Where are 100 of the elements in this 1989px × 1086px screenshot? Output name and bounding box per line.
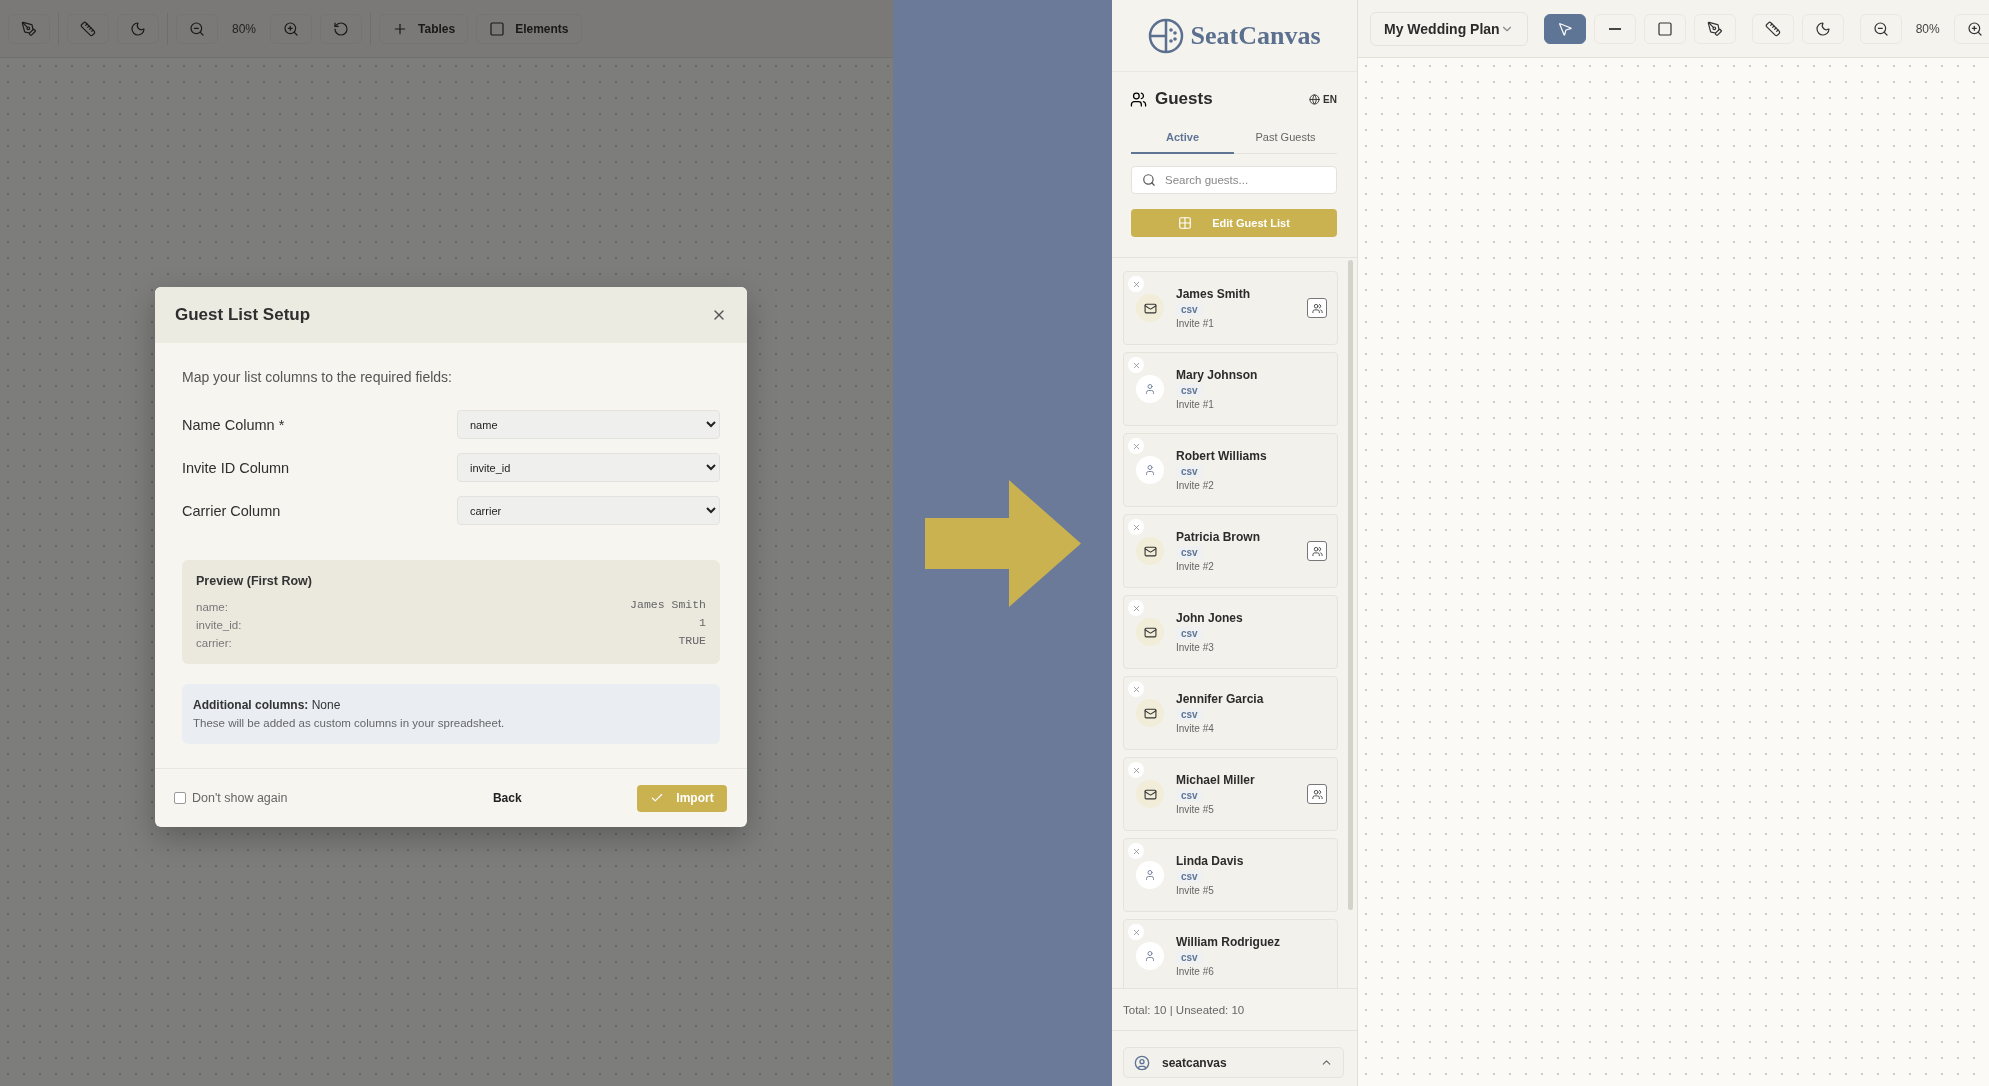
- guest-name: Jennifer Garcia: [1176, 692, 1265, 706]
- search-icon: [1142, 173, 1156, 187]
- source-tag: csv: [1176, 546, 1203, 559]
- people-icon: [1311, 302, 1323, 314]
- close-icon: [1131, 360, 1141, 370]
- moon-tool-button[interactable]: [117, 13, 159, 44]
- guest-card[interactable]: Robert Williams csv Invite #2: [1123, 433, 1338, 507]
- account-menu[interactable]: seatcanvas: [1123, 1047, 1344, 1078]
- field-label: Invite ID Column: [182, 459, 290, 476]
- source-tag: csv: [1176, 303, 1203, 316]
- guest-card[interactable]: James Smith csv Invite #1: [1123, 271, 1338, 345]
- source-tag: csv: [1176, 708, 1203, 721]
- remove-button[interactable]: [1128, 762, 1144, 778]
- close-icon: [1131, 927, 1141, 937]
- logo-icon: [1148, 17, 1185, 54]
- close-icon: [1131, 846, 1141, 856]
- remove-button[interactable]: [1128, 519, 1144, 535]
- remove-button[interactable]: [1128, 438, 1144, 454]
- tables-button[interactable]: Tables: [379, 13, 469, 44]
- guest-card[interactable]: Patricia Brown csv Invite #2: [1123, 514, 1338, 588]
- guest-tab[interactable]: Active: [1131, 122, 1234, 154]
- guest-card[interactable]: Linda Davis csv Invite #5: [1123, 838, 1338, 912]
- plan-dropdown[interactable]: My Wedding Plan: [1370, 11, 1528, 46]
- envelope-icon: [1136, 294, 1164, 322]
- arrow-icon: [924, 479, 1081, 607]
- ruler-tool-button[interactable]: [1751, 13, 1794, 44]
- guest-card[interactable]: Michael Miller csv Invite #5: [1123, 757, 1338, 831]
- guest-tab[interactable]: Past Guests: [1234, 122, 1337, 154]
- search-field[interactable]: Search guests...: [1131, 166, 1337, 194]
- person-icon: [1136, 861, 1164, 889]
- zoom-out-tool-button[interactable]: [176, 13, 218, 44]
- person-icon: [1136, 456, 1164, 484]
- source-tag: csv: [1176, 627, 1203, 640]
- pen-tool-button[interactable]: [1693, 13, 1736, 44]
- remove-button[interactable]: [1128, 924, 1144, 940]
- moon-tool-button[interactable]: [1801, 13, 1844, 44]
- people-icon: [1311, 788, 1323, 800]
- guest-name: Mary Johnson: [1176, 368, 1259, 382]
- remove-button[interactable]: [1128, 843, 1144, 859]
- envelope-icon: [1136, 699, 1164, 727]
- envelope-icon: [1136, 618, 1164, 646]
- invite-number: Invite #4: [1176, 723, 1215, 734]
- guest-card[interactable]: John Jones csv Invite #3: [1123, 595, 1338, 669]
- line-icon: [1608, 27, 1621, 30]
- column-select[interactable]: invite_id: [457, 453, 720, 482]
- zoom-in-tool-button[interactable]: [270, 13, 313, 44]
- source-tag: csv: [1176, 384, 1203, 397]
- dont-show-again-checkbox[interactable]: Don't show again: [174, 791, 288, 805]
- guest-name: William Rodriguez: [1176, 935, 1281, 949]
- guest-card[interactable]: Jennifer Garcia csv Invite #4: [1123, 676, 1338, 750]
- group-button[interactable]: [1307, 784, 1327, 804]
- guest-card[interactable]: Mary Johnson csv Invite #1: [1123, 352, 1338, 426]
- reset-tool-button[interactable]: [320, 13, 363, 44]
- instructions: Map your list columns to the required fields:: [182, 369, 453, 385]
- preview-value: James Smith: [630, 598, 706, 613]
- zoom-in-icon: [1966, 20, 1983, 37]
- zoom-out-tool-button[interactable]: [1859, 13, 1902, 44]
- zoom-in-tool-button[interactable]: [1953, 13, 1989, 44]
- globe-icon: [1309, 93, 1321, 105]
- pen-tool-button[interactable]: [8, 13, 50, 44]
- close-icon: [1131, 522, 1141, 532]
- rectangle-tool-button[interactable]: [1643, 13, 1686, 44]
- guest-name: James Smith: [1176, 287, 1252, 301]
- ruler-icon: [1764, 20, 1781, 37]
- guest-card[interactable]: William Rodriguez csv Invite #6: [1123, 919, 1338, 988]
- pen-icon: [1706, 20, 1723, 37]
- group-button[interactable]: [1307, 541, 1327, 561]
- field-label: Carrier Column: [182, 502, 281, 519]
- remove-button[interactable]: [1128, 276, 1144, 292]
- preview-key: carrier:: [196, 634, 232, 652]
- source-tag: csv: [1176, 465, 1203, 478]
- person-icon: [1136, 375, 1164, 403]
- select-tool-button[interactable]: [1543, 13, 1586, 44]
- moon-icon: [130, 20, 146, 37]
- group-button[interactable]: [1307, 298, 1327, 318]
- back-button[interactable]: Back: [486, 790, 528, 806]
- moon-icon: [1814, 20, 1831, 37]
- invite-number: Invite #6: [1176, 966, 1215, 977]
- rectangle-icon: [1656, 20, 1673, 37]
- remove-button[interactable]: [1128, 681, 1144, 697]
- field-label: Name Column *: [182, 416, 285, 433]
- elements-button[interactable]: Elements: [476, 13, 582, 44]
- column-select[interactable]: carrier: [457, 496, 720, 525]
- language-button[interactable]: EN: [1309, 93, 1337, 105]
- invite-number: Invite #1: [1176, 399, 1215, 410]
- guest-totals: Total: 10 | Unseated: 10: [1123, 1003, 1245, 1016]
- additional-columns-note: These will be added as custom columns in your spreadsheet.: [193, 716, 506, 731]
- search-input[interactable]: Search guests...: [1163, 173, 1326, 187]
- source-tag: csv: [1176, 951, 1203, 964]
- zoom-out-icon: [1872, 20, 1889, 37]
- ruler-tool-button[interactable]: [67, 13, 109, 44]
- zoom-level: 80%: [231, 21, 258, 36]
- people-icon: [1311, 545, 1323, 557]
- remove-button[interactable]: [1128, 600, 1144, 616]
- column-select[interactable]: name: [457, 410, 720, 439]
- close-icon: [1131, 603, 1141, 613]
- remove-button[interactable]: [1128, 357, 1144, 373]
- envelope-icon: [1136, 537, 1164, 565]
- invite-number: Invite #5: [1176, 804, 1215, 815]
- invite-number: Invite #3: [1176, 642, 1215, 653]
